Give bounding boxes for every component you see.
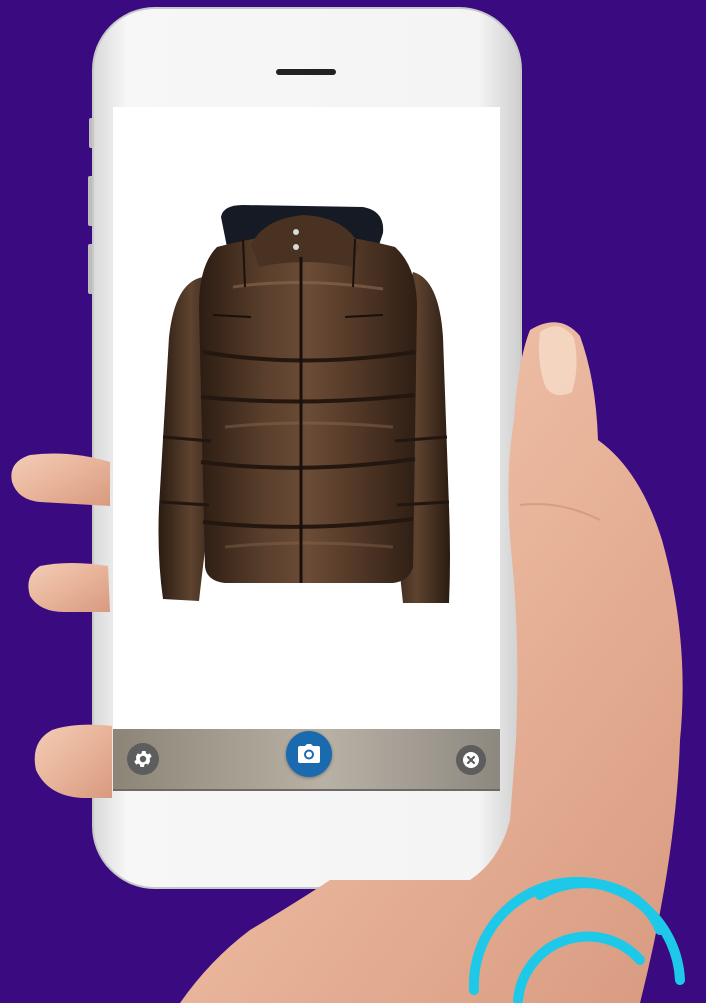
capture-button[interactable] [286, 731, 332, 777]
camera-toolbar [113, 729, 500, 791]
brand-logo [468, 876, 685, 1003]
gear-icon [134, 751, 152, 767]
scene [0, 0, 706, 1003]
speaker-grille [276, 69, 336, 75]
camera-icon [298, 744, 320, 763]
close-circle-icon [463, 752, 479, 768]
jacket-body [199, 233, 417, 583]
close-button[interactable] [456, 745, 486, 775]
settings-button[interactable] [127, 743, 159, 775]
product-image[interactable] [113, 107, 500, 729]
phone-screen [113, 107, 500, 729]
